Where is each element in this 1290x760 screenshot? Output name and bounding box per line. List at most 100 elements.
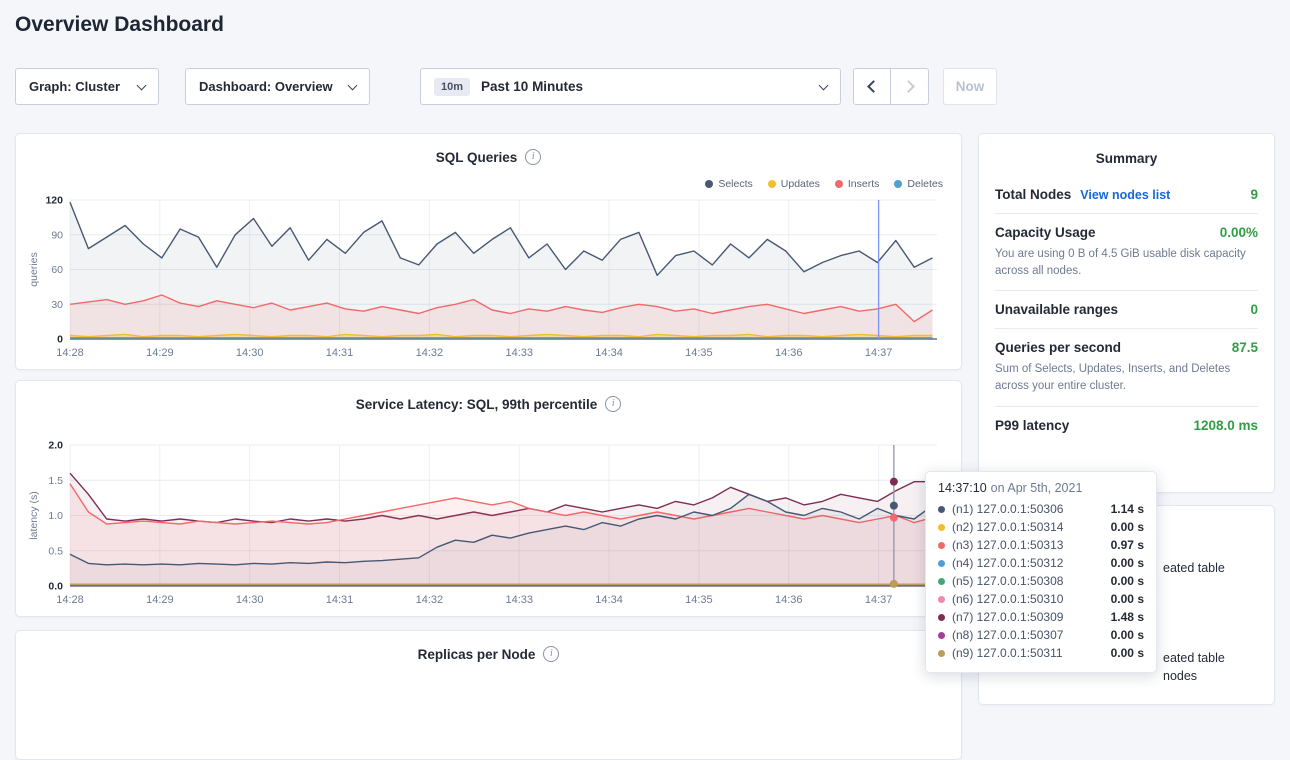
series-dot-icon — [938, 560, 945, 567]
metrics-overview-page: Overview Dashboard Graph: Cluster Dashbo… — [0, 0, 1290, 689]
tooltip-node-label: (n8) 127.0.0.1:50307 — [952, 628, 1104, 642]
chevron-down-icon — [348, 80, 358, 90]
summary-label: Queries per second — [995, 340, 1121, 355]
svg-text:14:36: 14:36 — [775, 347, 803, 359]
legend-label: Updates — [781, 178, 820, 190]
legend-label: Selects — [718, 178, 752, 190]
tooltip-row: (n3) 127.0.0.1:50313 0.97 s — [938, 536, 1144, 554]
tooltip-date: on Apr 5th, 2021 — [991, 481, 1083, 495]
tooltip-node-value: 0.97 s — [1111, 538, 1144, 552]
summary-row-p99-latency: P99 latency 1208.0 ms — [995, 407, 1258, 444]
svg-text:14:34: 14:34 — [595, 347, 623, 359]
info-icon[interactable]: i — [525, 149, 541, 165]
legend-item-selects[interactable]: Selects — [705, 178, 752, 190]
card-title-row: SQL Queries i — [16, 134, 961, 165]
info-icon[interactable]: i — [605, 396, 621, 412]
card-title-row: Replicas per Node i — [16, 631, 961, 662]
summary-row-qps: Queries per second 87.5 Sum of Selects, … — [995, 329, 1258, 406]
series-dot-icon — [938, 524, 945, 531]
service-latency-card: Service Latency: SQL, 99th percentile i … — [15, 380, 962, 617]
toolbar: Graph: Cluster Dashboard: Overview 10m P… — [15, 68, 997, 105]
series-dot-icon — [938, 542, 945, 549]
svg-text:14:30: 14:30 — [236, 347, 264, 359]
svg-text:0: 0 — [57, 334, 63, 346]
svg-text:14:34: 14:34 — [595, 594, 623, 606]
summary-value: 1208.0 ms — [1193, 418, 1258, 433]
tooltip-rows: (n1) 127.0.0.1:503061.14 s (n2) 127.0.0.1… — [938, 500, 1144, 662]
series-dot-icon — [938, 578, 945, 585]
tooltip-row: (n5) 127.0.0.1:50308 0.00 s — [938, 572, 1144, 590]
now-button[interactable]: Now — [943, 68, 997, 105]
chart-legend: Selects Updates Inserts Deletes — [705, 178, 943, 190]
prev-range-button[interactable] — [853, 68, 891, 105]
summary-label: Capacity Usage — [995, 225, 1096, 240]
svg-text:0.5: 0.5 — [48, 545, 63, 557]
event-text-fragment: nodes — [1163, 669, 1197, 683]
legend-label: Inserts — [848, 178, 880, 190]
card-title-row: Service Latency: SQL, 99th percentile i — [16, 381, 961, 412]
tooltip-node-label: (n4) 127.0.0.1:50312 — [952, 556, 1104, 570]
tooltip-node-label: (n6) 127.0.0.1:50310 — [952, 592, 1104, 606]
dashboard-dropdown[interactable]: Dashboard: Overview — [185, 68, 370, 105]
chevron-down-icon — [819, 80, 829, 90]
tooltip-node-value: 1.48 s — [1111, 610, 1144, 624]
summary-description: Sum of Selects, Updates, Inserts, and De… — [995, 361, 1258, 394]
tooltip-row: (n4) 127.0.0.1:503120.00 s — [938, 554, 1144, 572]
chevron-down-icon — [137, 80, 147, 90]
svg-text:14:31: 14:31 — [326, 347, 354, 359]
svg-text:14:33: 14:33 — [505, 594, 533, 606]
summary-value: 0 — [1250, 302, 1258, 317]
event-text-fragment: eated table — [1163, 561, 1225, 575]
tooltip-node-label: (n3) 127.0.0.1:50313 — [952, 538, 1104, 552]
tooltip-node-label: (n2) 127.0.0.1:50314 — [952, 520, 1104, 534]
tooltip-row: (n9) 127.0.0.1:503110.00 s — [938, 644, 1144, 662]
service-latency-chart[interactable]: 14:2814:2914:3014:3114:3214:3314:3414:35… — [26, 437, 951, 608]
legend-dot-icon — [705, 180, 713, 188]
summary-label: P99 latency — [995, 418, 1069, 433]
tooltip-node-value: 0.00 s — [1111, 574, 1144, 588]
chevron-right-icon — [902, 80, 915, 93]
legend-item-updates[interactable]: Updates — [768, 178, 820, 190]
summary-row-unavailable-ranges: Unavailable ranges 0 — [995, 291, 1258, 329]
legend-label: Deletes — [907, 178, 943, 190]
series-dot-icon — [938, 614, 945, 621]
svg-text:0.0: 0.0 — [48, 581, 63, 593]
sql-queries-card: SQL Queries i Selects Updates Inserts Delet… — [15, 133, 962, 370]
next-range-button[interactable] — [891, 68, 929, 105]
svg-text:14:28: 14:28 — [56, 594, 84, 606]
summary-description: You are using 0 B of 4.5 GiB usable disk… — [995, 246, 1258, 279]
summary-panel: Summary Total Nodes View nodes list 9 Ca… — [978, 133, 1275, 493]
svg-text:1.0: 1.0 — [48, 510, 63, 522]
view-nodes-link[interactable]: View nodes list — [1080, 188, 1170, 202]
tooltip-row: (n6) 127.0.0.1:50310 0.00 s — [938, 590, 1144, 608]
tooltip-header: 14:37:10 on Apr 5th, 2021 — [938, 481, 1144, 495]
dashboard-dropdown-label: Dashboard: Overview — [199, 79, 333, 94]
sql-queries-chart[interactable]: 14:2814:2914:3014:3114:3214:3314:3414:35… — [26, 192, 951, 361]
time-range-selector[interactable]: 10m Past 10 Minutes — [420, 68, 841, 105]
info-icon[interactable]: i — [543, 646, 559, 662]
tooltip-row: (n1) 127.0.0.1:503061.14 s — [938, 500, 1144, 518]
summary-row-capacity: Capacity Usage 0.00% You are using 0 B o… — [995, 214, 1258, 291]
series-dot-icon — [938, 632, 945, 639]
tooltip-time: 14:37:10 — [938, 481, 987, 495]
svg-text:14:37: 14:37 — [865, 594, 893, 606]
chart-title: Replicas per Node — [418, 647, 536, 662]
chart-hover-tooltip: 14:37:10 on Apr 5th, 2021 (n1) 127.0.0.1:… — [925, 471, 1157, 673]
tooltip-node-label: (n5) 127.0.0.1:50308 — [952, 574, 1104, 588]
legend-item-inserts[interactable]: Inserts — [835, 178, 880, 190]
tooltip-node-label: (n7) 127.0.0.1:50309 — [952, 610, 1104, 624]
tooltip-node-value: 0.00 s — [1111, 592, 1144, 606]
legend-item-deletes[interactable]: Deletes — [894, 178, 943, 190]
svg-text:14:29: 14:29 — [146, 594, 174, 606]
tooltip-row: (n7) 127.0.0.1:50309 1.48 s — [938, 608, 1144, 626]
svg-text:14:33: 14:33 — [505, 347, 533, 359]
svg-text:60: 60 — [51, 264, 63, 276]
series-dot-icon — [938, 650, 945, 657]
svg-text:14:32: 14:32 — [416, 594, 444, 606]
svg-text:14:36: 14:36 — [775, 594, 803, 606]
graph-dropdown[interactable]: Graph: Cluster — [15, 68, 159, 105]
tooltip-node-value: 0.00 s — [1111, 646, 1144, 660]
summary-row-total-nodes: Total Nodes View nodes list 9 — [995, 176, 1258, 214]
summary-value: 9 — [1250, 187, 1258, 202]
time-range-label: Past 10 Minutes — [481, 79, 583, 94]
